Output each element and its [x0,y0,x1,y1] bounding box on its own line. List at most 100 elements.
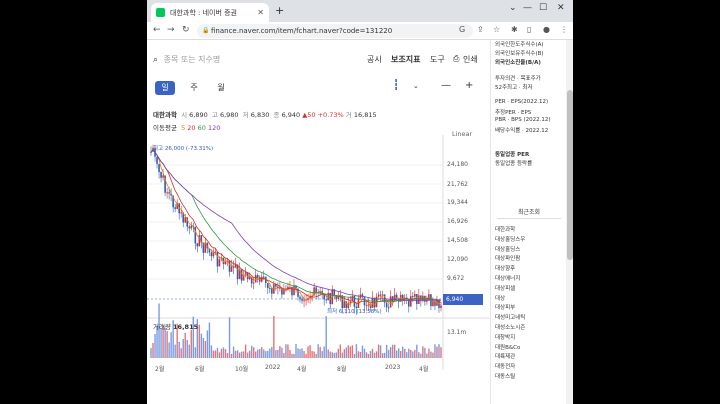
volume-bar [287,344,289,358]
volume-bar [275,350,277,358]
lock-icon: 🔒 [202,27,210,34]
candle-body [196,243,199,247]
volume-bar [230,353,233,358]
volume-number: 16,815 [173,323,199,331]
google-icon[interactable]: G [459,25,465,34]
close-tab-icon[interactable]: ✕ [257,8,264,17]
volume-bar [389,347,392,358]
recent-item[interactable]: 대상피부 [495,303,515,311]
url-field[interactable]: 🔒 finance.naver.com/item/fchart.naver?co… [197,24,473,38]
volume-bar [242,351,245,358]
volume-bar [375,351,378,358]
volume-bar [329,351,331,358]
candle-body [166,192,168,194]
candle-body [267,283,269,289]
moving-average-line [150,149,442,301]
volume-bar [398,348,400,358]
volume-bar [184,332,186,358]
candle-body [269,288,271,290]
recent-item[interactable]: 대상파인팜 [495,254,520,262]
x-tick: 6월 [195,366,205,373]
x-tick: 10월 [235,366,249,373]
candle-body [150,151,152,153]
recent-item[interactable]: 대상향후 [495,264,515,272]
per-eps: PER · EPS(2022.12) [495,99,549,105]
recent-item[interactable]: 대상홀딩스 [495,245,520,253]
invest-opinion: 투자의견 · 목표주가 [495,76,541,82]
forward-icon[interactable]: → [167,25,175,35]
recent-item[interactable]: 대성미고네틱 [495,313,525,321]
volume-bar [321,351,323,358]
volume-bar [289,350,291,358]
recent-header[interactable]: 최근조회 [497,207,561,219]
volume-bar [291,353,293,358]
volume-bar [367,353,370,358]
volume-bar [412,351,414,358]
extensions-icon[interactable]: ✱ [511,25,518,34]
candle-body [184,217,187,223]
chevron-down-icon[interactable]: ⌄ [509,3,517,13]
candle-body [365,305,368,307]
volume-bar [303,350,305,358]
candle-body [291,286,293,296]
candle-body [210,252,213,257]
volume-bar [395,350,398,358]
tab-active[interactable]: 대한과학 : 네이버 증권 ✕ [151,3,269,22]
volume-bar [279,346,281,358]
volume-bar [414,349,416,358]
sidepanel-icon[interactable]: ▯ [527,25,531,34]
candle-body [168,192,170,194]
recent-item[interactable]: 대한과학 [495,225,515,233]
scrollbar-thumb[interactable] [567,90,573,260]
low-annotation: 최저 6,110 (13.58%) [327,309,382,315]
recent-item[interactable]: 대성소노시즌 [495,323,525,331]
volume-bar [341,352,344,358]
share-icon[interactable]: ⇪ [477,25,484,34]
volume-bar [244,344,247,358]
volume-bar [301,348,303,358]
price-chart-svg[interactable] [147,40,490,404]
sector-change: 동일업종 등락률 [495,161,533,167]
maximize-icon[interactable]: ☐ [539,3,547,13]
week52-range: 52주최고 · 최저 [495,85,533,91]
more-menu-icon[interactable]: ⋮ [560,25,568,34]
candle-body [158,163,160,172]
volume-bar [232,346,235,358]
profile-avatar-icon[interactable]: ● [543,25,550,34]
recent-item[interactable]: 대상 [495,294,505,302]
dividend-yield: 배당수익률 · 2022.12 [495,128,549,134]
volume-bar [422,346,424,358]
y-tick: 9,672 [447,275,465,282]
volume-bar [359,351,362,358]
volume-bar [393,344,396,358]
close-window-icon[interactable]: ✕ [557,3,565,13]
back-icon[interactable]: ← [153,25,161,35]
pbr-bps: PBR · BPS (2022.12) [495,117,551,123]
candle-body [325,299,328,301]
recent-item[interactable]: 대원B&Co [495,343,520,351]
candle-body [271,288,273,294]
recent-item[interactable]: 대상홀딩스우 [495,235,525,243]
est-per-eps: 추정PER · EPS [495,110,532,116]
volume-bar [387,349,390,358]
volume-bar [333,352,335,358]
volume-bar [236,350,239,358]
volume-bar [234,350,237,358]
minimize-icon[interactable]: — [523,3,532,13]
recent-item[interactable]: 대동전자 [495,362,515,370]
bookmark-star-icon[interactable]: ☆ [493,25,500,34]
volume-bar [381,353,384,358]
new-tab-button[interactable]: + [275,4,284,17]
reload-icon[interactable]: ↻ [182,25,190,35]
recent-item[interactable]: 대창박지 [495,333,515,341]
volume-bar [259,349,261,358]
y-tick: 14,508 [447,237,468,244]
candle-body [188,226,191,229]
recent-item[interactable]: 대동스틸 [495,372,515,380]
recent-item[interactable]: 대상피셀 [495,284,515,292]
volume-bar [343,349,346,358]
x-tick: 2023 [385,364,401,371]
recent-item[interactable]: 대륙제관 [495,352,515,360]
foreign-holding: 외국인보유주식수(B) [495,51,544,57]
recent-item[interactable]: 대상에너지 [495,274,520,282]
